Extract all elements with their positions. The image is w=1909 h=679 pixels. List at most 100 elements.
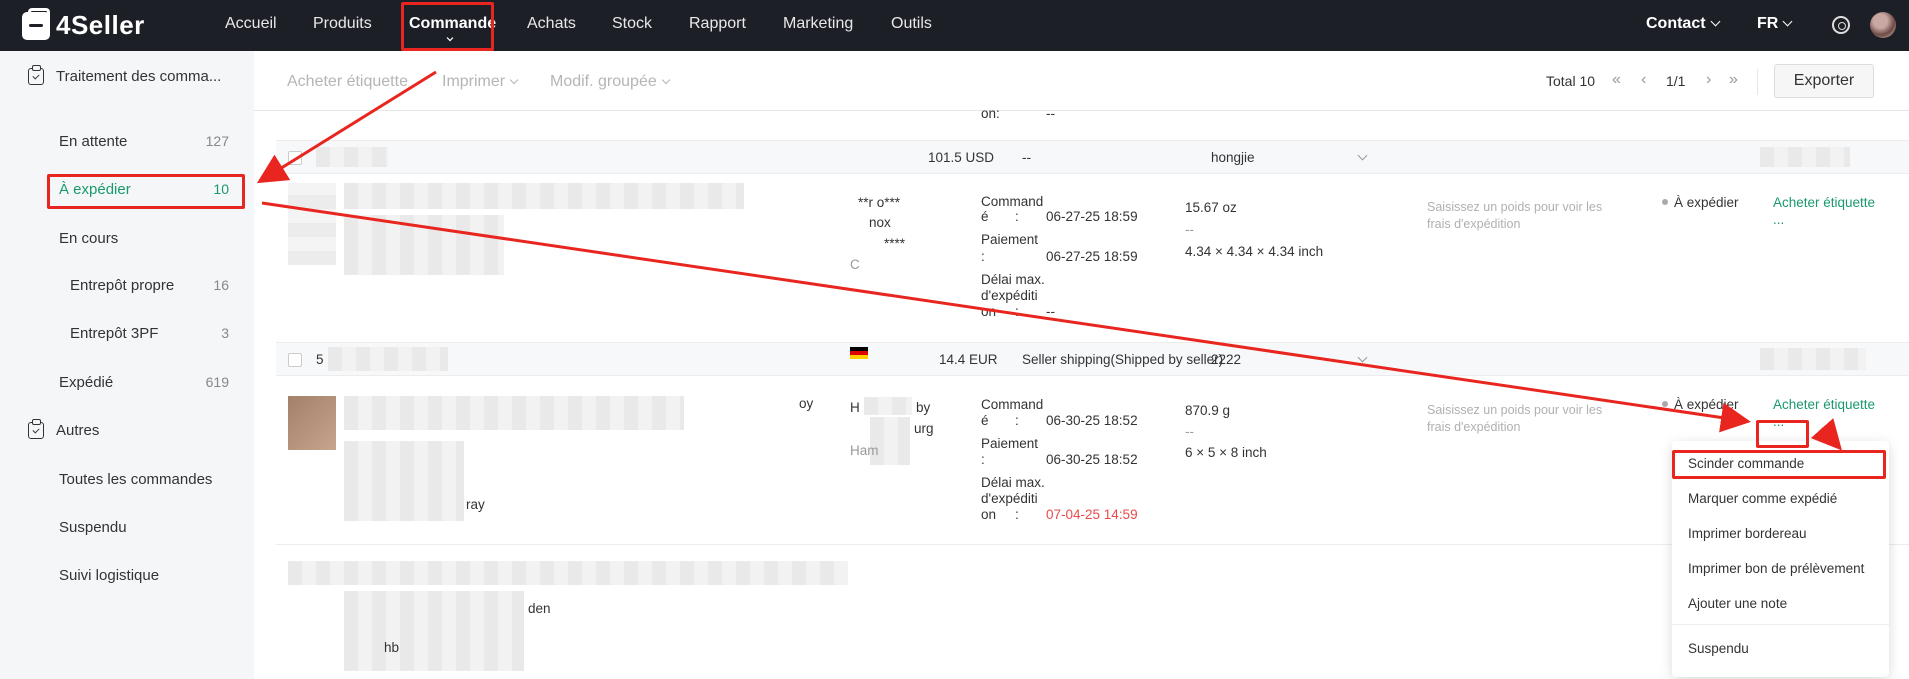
menu-item-suspend[interactable]: Suspendu [1688, 641, 1749, 656]
nav-accueil[interactable]: Accueil [225, 15, 277, 33]
clipboard-icon [28, 419, 44, 439]
sidebar-item-toutes-commandes[interactable]: Toutes les commandes [59, 471, 212, 488]
sidebar-item-suivi-logistique[interactable]: Suivi logistique [59, 567, 159, 584]
payment-date: 06-30-25 18:52 [1046, 452, 1138, 467]
gear-icon[interactable] [1832, 16, 1850, 34]
product-title-redacted [344, 396, 684, 430]
nav-stock[interactable]: Stock [612, 15, 652, 33]
sidebar-group-order-processing[interactable]: Traitement des comma... [28, 65, 222, 85]
print-label: Imprimer [442, 73, 506, 90]
avatar[interactable] [1870, 12, 1896, 38]
weight-hint-2: frais d'expédition [1427, 217, 1521, 231]
redacted [1760, 348, 1866, 370]
chevron-down-icon [661, 75, 670, 85]
warehouse-select[interactable]: hongjie [1211, 150, 1255, 165]
colon: : [981, 249, 985, 264]
annotation-box-more [1756, 420, 1809, 448]
menu-divider [1672, 624, 1889, 625]
first-page-icon[interactable]: « [1612, 71, 1621, 89]
bulk-edit-menu[interactable]: Modif. groupée [550, 73, 670, 91]
product-title-redacted [288, 561, 848, 585]
annotation-box-commande [401, 2, 494, 51]
prev-page-icon[interactable]: ‹ [1641, 71, 1646, 89]
nav-outils[interactable]: Outils [891, 15, 932, 33]
sidebar-group-label: Traitement des comma... [56, 68, 222, 85]
sidebar-count: 16 [213, 277, 229, 293]
sidebar-item-suspendu[interactable]: Suspendu [59, 519, 127, 536]
sidebar-count: 3 [221, 325, 229, 341]
buyer-city-2: Ham [850, 443, 879, 458]
status-badge: À expédier [1662, 397, 1739, 412]
buy-label-link[interactable]: Acheter étiquette [1773, 397, 1875, 412]
delay-value: -- [1046, 304, 1055, 319]
sidebar-item-entrepot-propre[interactable]: Entrepôt propre [70, 277, 174, 294]
contact-label: Contact [1646, 15, 1706, 32]
top-nav: 4Seller Accueil Produits Commande Achats… [0, 0, 1909, 51]
last-page-icon[interactable]: » [1729, 71, 1738, 89]
order-id-prefix: 5 [316, 352, 324, 367]
colon: : [1015, 413, 1019, 428]
export-button[interactable]: Exporter [1774, 64, 1874, 98]
order-date: 06-30-25 18:52 [1046, 413, 1138, 428]
print-menu[interactable]: Imprimer [442, 73, 519, 91]
sidebar-item-en-cours[interactable]: En cours [59, 230, 118, 247]
buyer-name-tail: by [916, 400, 931, 415]
next-page-icon[interactable]: › [1706, 71, 1711, 89]
chevron-down-icon [1357, 150, 1368, 161]
more-actions-button[interactable]: ... [1773, 212, 1784, 227]
menu-item-mark-shipped[interactable]: Marquer comme expédié [1688, 491, 1837, 506]
sidebar-group-autres[interactable]: Autres [28, 419, 99, 439]
order-date-label: Command [981, 397, 1044, 412]
delay-label-3: on [981, 304, 997, 319]
order-date-label-end: é [981, 209, 989, 224]
chevron-down-icon [1710, 16, 1721, 27]
row-divider [276, 544, 1909, 545]
redacted [864, 397, 912, 415]
contact-menu[interactable]: Contact [1646, 15, 1721, 33]
chevron-down-icon [1782, 16, 1793, 27]
nav-rapport[interactable]: Rapport [689, 15, 746, 33]
warehouse-select[interactable]: 2222 [1211, 352, 1241, 367]
clipboard-logo-icon [22, 7, 50, 40]
sidebar-count: 127 [205, 133, 229, 149]
menu-item-add-note[interactable]: Ajouter une note [1688, 596, 1787, 611]
weight: 15.67 oz [1185, 200, 1237, 215]
menu-item-print-picklist[interactable]: Imprimer bon de prélèvement [1688, 561, 1864, 576]
order-date-label-end: é [981, 413, 989, 428]
product-thumbnail [288, 183, 336, 265]
language-label: FR [1757, 15, 1779, 32]
delay-label: Délai max. [981, 475, 1045, 490]
delay-value: 07-04-25 14:59 [1046, 507, 1138, 522]
logo[interactable]: 4Seller [22, 7, 145, 41]
colon: : [1015, 304, 1019, 319]
delay-label-2: d'expéditi [981, 491, 1038, 506]
sidebar-item-entrepot-3pf[interactable]: Entrepôt 3PF [70, 325, 158, 342]
nav-produits[interactable]: Produits [313, 15, 372, 33]
buy-label-link[interactable]: Acheter étiquette [1773, 195, 1875, 210]
menu-item-print-slip[interactable]: Imprimer bordereau [1688, 526, 1807, 541]
weight-hint: Saisissez un poids pour voir les [1427, 403, 1603, 417]
product-title-tail: den [528, 601, 551, 616]
buyer-phone: **** [884, 236, 906, 251]
status-badge: À expédier [1662, 195, 1739, 210]
order-checkbox[interactable] [288, 353, 302, 367]
order-shipping: -- [1022, 150, 1031, 165]
buy-label-button[interactable]: Acheter étiquette [287, 73, 408, 91]
weight-dash: -- [1185, 424, 1194, 439]
sidebar-item-en-attente[interactable]: En attente [59, 133, 127, 150]
nav-marketing[interactable]: Marketing [783, 15, 853, 33]
language-menu[interactable]: FR [1757, 15, 1793, 33]
product-variant-tail: ray [466, 497, 485, 512]
buyer-name: H [850, 400, 860, 415]
colon: : [1015, 507, 1019, 522]
order-checkbox[interactable] [288, 151, 302, 165]
logo-text: 4Seller [56, 10, 145, 40]
nav-achats[interactable]: Achats [527, 15, 576, 33]
buyer-country: C [850, 257, 860, 272]
germany-flag-icon [850, 347, 868, 359]
chevron-down-icon [509, 75, 519, 85]
dimensions: 4.34 × 4.34 × 4.34 inch [1185, 244, 1324, 259]
sidebar-item-expedie[interactable]: Expédié [59, 374, 113, 391]
toolbar: Acheter étiquette Imprimer Modif. groupé… [254, 51, 1909, 111]
payment-label: Paiement [981, 232, 1039, 247]
